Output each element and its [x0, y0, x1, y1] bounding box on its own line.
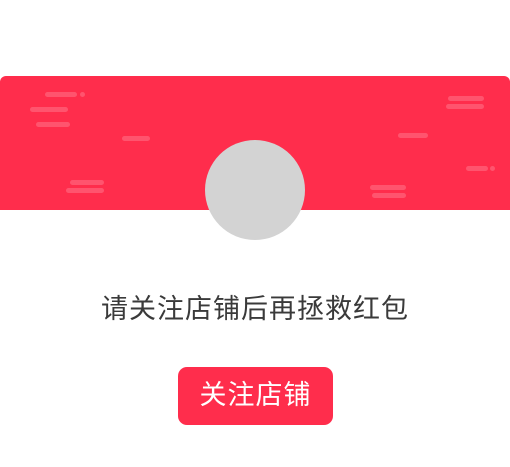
- banner-decoration: [122, 136, 150, 141]
- follow-shop-button[interactable]: 关注店铺: [178, 367, 333, 425]
- shop-avatar: [205, 140, 305, 240]
- banner-decoration: [30, 107, 68, 112]
- banner-decoration: [398, 133, 428, 138]
- banner-decoration: [446, 104, 484, 109]
- banner-decoration: [448, 96, 484, 101]
- banner-decoration: [66, 188, 104, 193]
- banner-decoration: [45, 92, 77, 97]
- banner-decoration: [466, 166, 488, 171]
- banner-decoration: [70, 180, 104, 185]
- banner-decoration: [372, 193, 406, 198]
- follow-shop-dialog: 请关注店铺后再拯救红包 关注店铺: [0, 0, 510, 467]
- follow-prompt-text: 请关注店铺后再拯救红包: [101, 294, 409, 325]
- banner-decoration: [36, 122, 70, 127]
- banner-decoration: [370, 185, 406, 190]
- banner-decoration: [80, 92, 85, 97]
- banner-decoration: [490, 166, 495, 171]
